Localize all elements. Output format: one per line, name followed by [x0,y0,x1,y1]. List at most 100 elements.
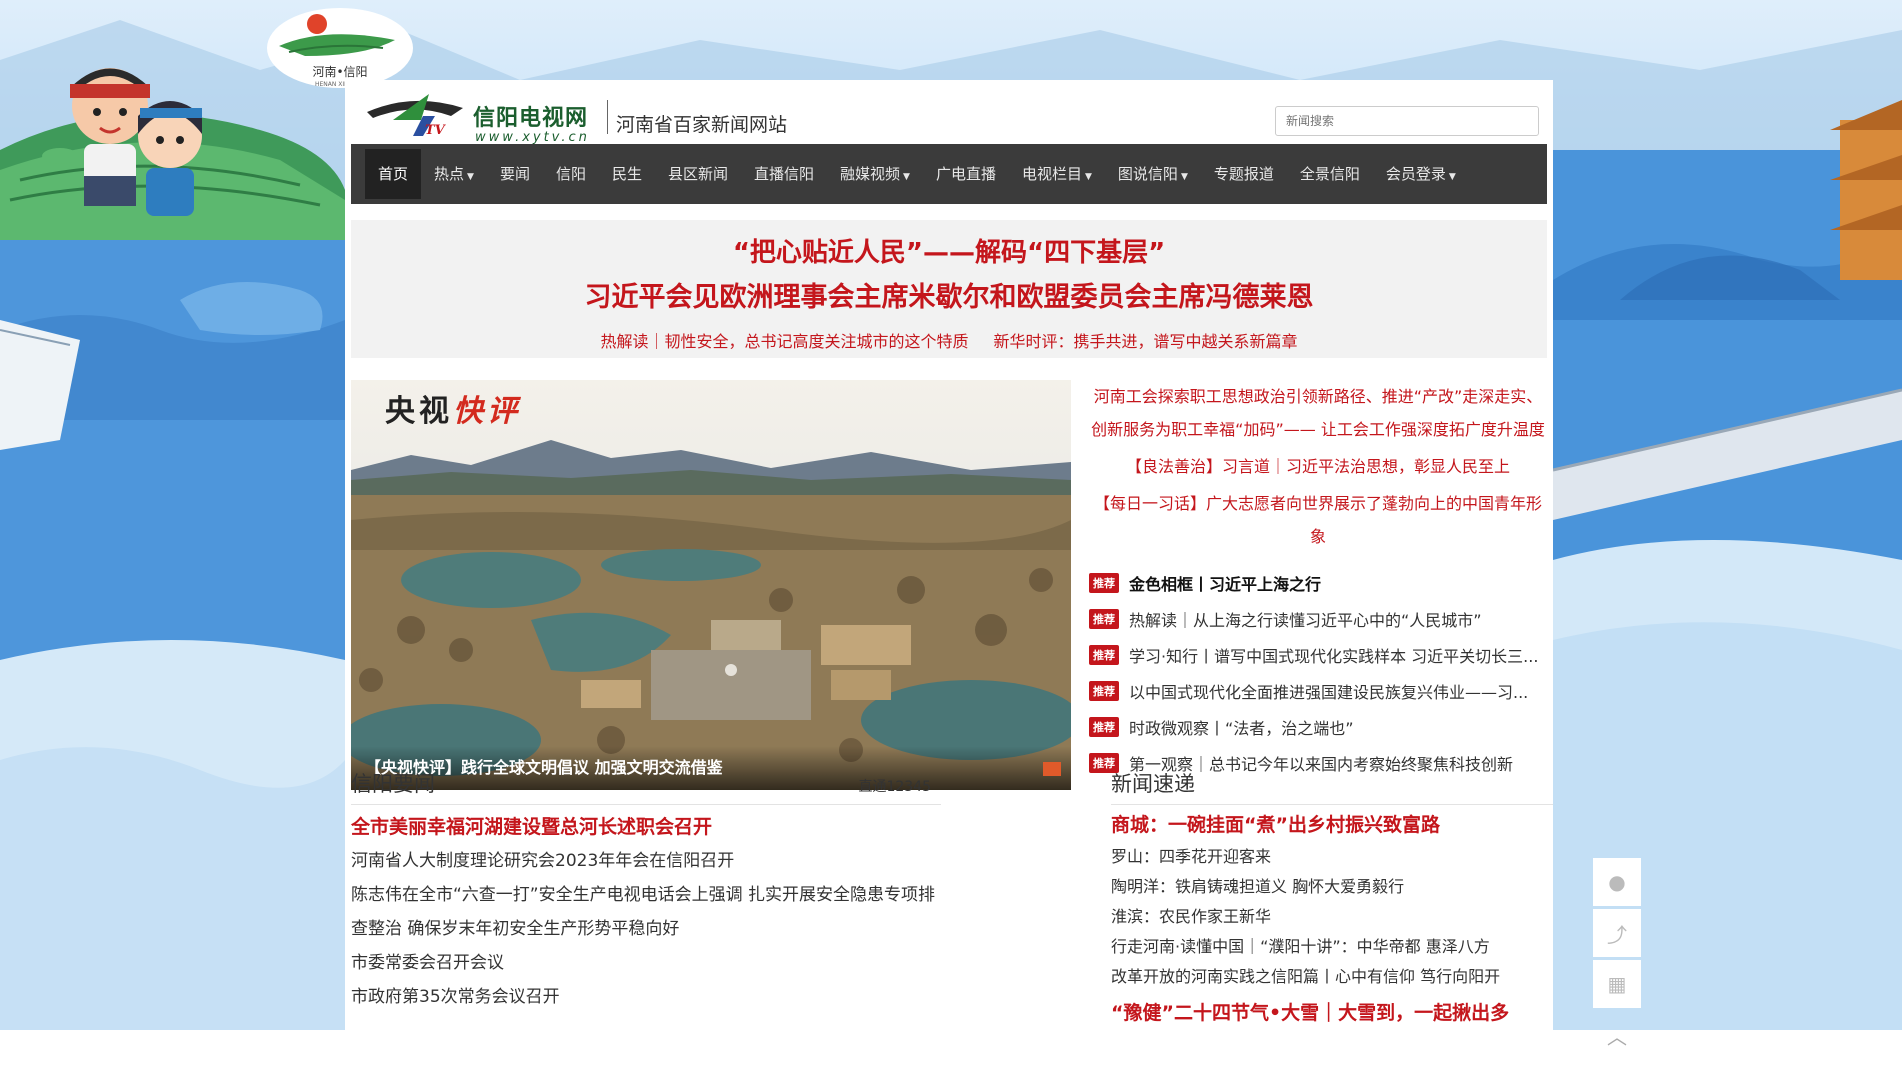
logo-url: www.xytv.cn [475,130,590,145]
wechat-icon: ● [1608,870,1626,894]
nav-item-8[interactable]: 广电直播 [923,149,1009,199]
recommend-item[interactable]: 推荐 金色相框丨习近平上海之行 [1089,565,1547,601]
logo-title: 信阳电视网 [473,105,589,131]
floating-toolbar: ● ⤴ ▦ ︿ [1593,858,1641,1062]
express-news-item-5[interactable]: 改革开放的河南实践之信阳篇丨心中有信仰 笃行向阳开 [1111,962,1553,992]
xinyang-news-item-3[interactable]: 市委常委会召开会议 [351,946,941,980]
recommend-text: 时政微观察丨“法者，治之端也” [1129,719,1354,738]
headline-sub-link-1[interactable]: 热解读｜韧性安全，总书记高度关注城市的这个特质 [600,332,968,351]
qrcode-icon: ▦ [1607,972,1627,996]
nav-item-label: 图说信阳 [1117,165,1178,183]
nav-item-6[interactable]: 直播信阳 [741,149,827,199]
nav-item-13[interactable]: 会员登录 ▼ [1373,149,1469,199]
share-button[interactable]: ⤴ [1593,909,1641,957]
express-news-item-3[interactable]: 淮滨：农民作家王新华 [1111,902,1553,932]
nav-item-0[interactable]: 首页 [365,149,422,199]
xinyang-news-title[interactable]: 信阳要闻 [351,768,435,798]
express-news-item-4[interactable]: 行走河南·读懂中国｜“濮阳十讲”：中华帝都 惠泽八方 [1111,932,1553,962]
nav-item-label: 信阳 [555,165,586,183]
nav-item-label: 广电直播 [935,165,996,183]
right-column: 河南工会探索职工思想政治引领新路径、推进“产改”走深走实、创新服务为职工幸福“加… [1089,380,1547,781]
hero-slideshow[interactable]: 央视快评 【央视快评】践行全球文明倡议 加强文明交流借鉴 [351,380,1071,790]
headline-sub-link-2[interactable]: 新华时评：携手共进，谱写中越关系新篇章 [994,332,1298,351]
nav-item-7[interactable]: 融媒视频 ▼ [827,149,923,199]
hotline-link[interactable]: 直通12345 [858,776,931,796]
feature-link-3[interactable]: 【每日一习话】广大志愿者向世界展示了蓬勃向上的中国青年形象 [1089,487,1547,553]
nav-item-label: 专题报道 [1213,165,1274,183]
nav-item-1[interactable]: 热点 ▼ [421,149,487,199]
mascot-characters [42,68,202,216]
tv-logo-icon: TV [367,94,463,138]
recommend-badge: 推荐 [1089,681,1119,701]
xinyang-news-header: 信阳要闻 直通12345 [351,768,941,805]
caret-down-icon: ▼ [467,172,474,182]
recommend-item[interactable]: 推荐 学习·知行丨谱写中国式现代化实践样本 习近平关切长三... [1089,637,1547,673]
caret-down-icon: ▼ [1180,172,1188,182]
express-news-item-partial[interactable]: “豫健”二十四节气•大雪｜大雪到，一起揪出多 [1111,996,1553,1030]
recommend-text: 以中国式现代化全面推进强国建设民族复兴伟业——习... [1129,683,1529,702]
xinyang-news-list: 全市美丽幸福河湖建设暨总河长述职会召开 河南省人大制度理论研究会2023年年会在… [351,810,941,1014]
news-search-input[interactable] [1275,106,1539,136]
nav-item-9[interactable]: 电视栏目 ▼ [1009,149,1105,199]
express-news-lead[interactable]: 商城：一碗挂面“煮”出乡村振兴致富路 [1111,808,1553,842]
express-news-title[interactable]: 新闻速递 [1111,768,1195,798]
recommend-badge: 推荐 [1089,573,1119,593]
caret-down-icon: ▼ [1448,172,1456,182]
hero-brand-title: 央视快评 [385,394,521,429]
nav-item-label: 要闻 [499,165,530,183]
nav-item-12[interactable]: 全景信阳 [1287,149,1373,199]
site-slogan: 河南省百家新闻网站 [616,114,788,136]
express-news-header: 新闻速递 [1111,768,1553,805]
headline-sub-links: 热解读｜韧性安全，总书记高度关注城市的这个特质 新华时评：携手共进，谱写中越关系… [351,328,1547,352]
logo-divider [607,100,608,134]
recommend-text: 热解读｜从上海之行读懂习近平心中的“人民城市” [1129,611,1482,630]
slide-indicator[interactable] [1043,762,1061,776]
xinyang-news-lead[interactable]: 全市美丽幸福河湖建设暨总河长述职会召开 [351,810,941,844]
qrcode-button[interactable]: ▦ [1593,960,1641,1008]
headline-line-1[interactable]: “把心贴近人民”——解码“四下基层” [351,232,1547,269]
recommend-badge: 推荐 [1089,717,1119,737]
nav-item-label: 融媒视频 [840,165,901,183]
main-page-container: TV 信阳电视网 www.xytv.cn 河南省百家新闻网站 首页热点▼要闻信阳… [345,80,1553,1080]
nav-item-10[interactable]: 图说信阳 ▼ [1105,149,1201,199]
nav-item-label: 直播信阳 [754,165,815,183]
nav-item-label: 县区新闻 [668,165,729,183]
nav-item-label: 首页 [378,165,409,183]
henan-xinyang-badge: 河南•信阳 HENAN XINYANG [267,8,413,88]
headline-banner: “把心贴近人民”——解码“四下基层” 习近平会见欧洲理事会主席米歇尔和欧盟委员会… [351,220,1547,358]
nav-item-3[interactable]: 信阳 [543,149,599,199]
nav-item-label: 热点 [434,165,465,183]
headline-line-2[interactable]: 习近平会见欧洲理事会主席米歇尔和欧盟委员会主席冯德莱恩 [351,275,1547,314]
xinyang-news-item-4[interactable]: 市政府第35次常务会议召开 [351,980,941,1014]
feature-link-2[interactable]: 【良法善治】习言道｜习近平法治思想，彰显人民至上 [1089,450,1547,483]
recommend-item[interactable]: 推荐 热解读｜从上海之行读懂习近平心中的“人民城市” [1089,601,1547,637]
recommend-badge: 推荐 [1089,609,1119,629]
nav-item-5[interactable]: 县区新闻 [655,149,741,199]
nav-item-label: 民生 [611,165,642,183]
recommend-text: 学习·知行丨谱写中国式现代化实践样本 习近平关切长三... [1129,647,1539,666]
nav-item-label: 电视栏目 [1021,165,1082,183]
caret-down-icon: ▼ [1085,172,1092,182]
main-navigation: 首页 热点 ▼ 要闻 信阳 民生 县区新闻 直播信阳 融媒视频 ▼ 广电直播 电视栏目 ▼ 图说信阳 ▼ 专题… [351,144,1547,204]
recommend-item[interactable]: 推荐 以中国式现代化全面推进强国建设民族复兴伟业——习... [1089,673,1547,709]
recommend-text: 金色相框丨习近平上海之行 [1129,575,1322,594]
caret-down-icon: ▼ [903,172,910,182]
recommend-item[interactable]: 推荐 时政微观察丨“法者，治之端也” [1089,709,1547,745]
chevron-up-icon: ︿ [1607,1024,1627,1049]
nav-item-11[interactable]: 专题报道 [1201,149,1287,199]
express-news-list: 商城：一碗挂面“煮”出乡村振兴致富路 罗山：四季花开迎客来 陶明洋：铁肩铸魂担道… [1111,808,1553,1030]
back-to-top-button[interactable]: ︿ [1593,1011,1641,1059]
share-icon: ⤴ [1607,922,1627,947]
badge-text: 河南•信阳 [312,64,367,79]
nav-item-label: 全景信阳 [1299,165,1360,183]
site-logo[interactable]: TV 信阳电视网 www.xytv.cn [363,90,603,145]
nav-item-4[interactable]: 民生 [599,149,655,199]
nav-item-2[interactable]: 要闻 [487,149,543,199]
express-news-item-2[interactable]: 陶明洋：铁肩铸魂担道义 胸怀大爱勇毅行 [1111,872,1553,902]
feature-link-1[interactable]: 河南工会探索职工思想政治引领新路径、推进“产改”走深走实、创新服务为职工幸福“加… [1089,380,1547,446]
wechat-button[interactable]: ● [1593,858,1641,906]
xinyang-news-item-1[interactable]: 河南省人大制度理论研究会2023年年会在信阳召开 [351,844,941,878]
recommend-badge: 推荐 [1089,645,1119,665]
express-news-item-1[interactable]: 罗山：四季花开迎客来 [1111,842,1553,872]
xinyang-news-item-2[interactable]: 陈志伟在全市“六查一打”安全生产电视电话会上强调 扎实开展安全隐患专项排查整治 … [351,878,941,946]
